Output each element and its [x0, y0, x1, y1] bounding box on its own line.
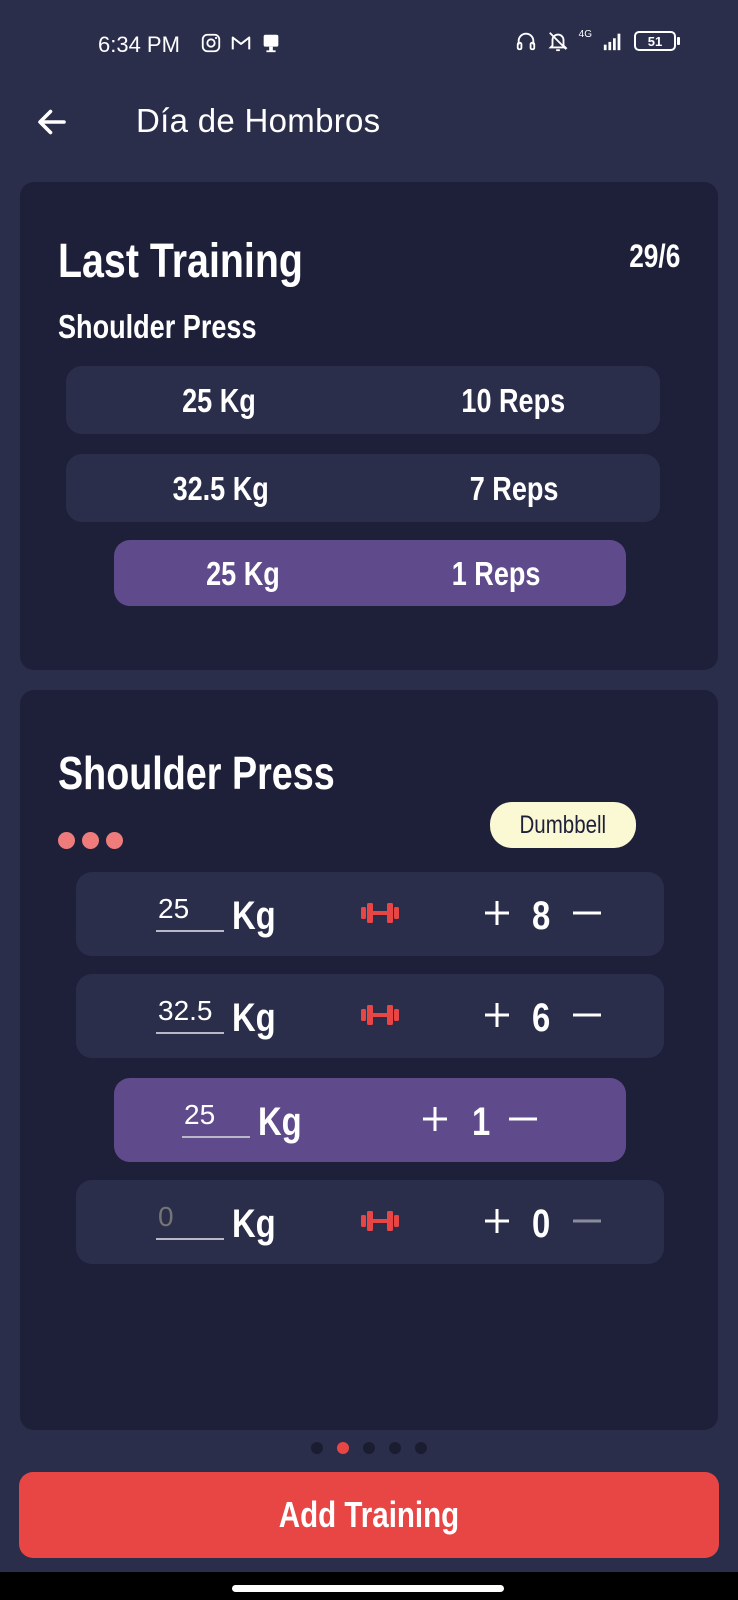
set-input-row: Kg 6 — [76, 974, 664, 1058]
exercise-card: Shoulder Press Dumbbell Kg 8 Kg 6 Kg 1 K… — [20, 690, 718, 1430]
status-time: 6:34 PM — [98, 32, 180, 57]
last-set-weight: 25 Kg — [182, 382, 256, 419]
last-set-row: 25 Kg 10 Reps — [66, 366, 660, 434]
last-set-reps: 1 Reps — [451, 555, 541, 592]
minus-icon[interactable] — [570, 1204, 604, 1238]
equipment-label: Dumbbell — [519, 810, 607, 839]
page-dot-active[interactable] — [337, 1442, 349, 1454]
exercise-title: Shoulder Press — [58, 747, 335, 799]
plus-icon[interactable] — [480, 896, 514, 930]
more-options-icon[interactable] — [58, 832, 123, 849]
unit-label: Kg — [232, 996, 276, 1040]
page-title: Día de Hombros — [136, 102, 381, 139]
signal-icon — [603, 33, 621, 51]
battery-level: 51 — [647, 33, 663, 49]
page-dot[interactable] — [415, 1442, 427, 1454]
status-bar: 6:34 PM 4G 51 — [0, 0, 738, 88]
dumbbell-icon[interactable] — [360, 1208, 400, 1234]
notification-icon — [263, 34, 279, 53]
reps-count: 1 — [472, 1100, 491, 1144]
plus-icon[interactable] — [480, 1204, 514, 1238]
battery-icon: 51 — [634, 31, 680, 51]
minus-icon[interactable] — [506, 1102, 540, 1136]
last-training-title: Last Training — [58, 235, 303, 288]
add-training-button[interactable]: Add Training — [19, 1472, 719, 1558]
reps-count: 6 — [532, 996, 551, 1040]
add-training-label: Add Training — [278, 1494, 460, 1535]
reps-count: 0 — [532, 1202, 551, 1246]
weight-input[interactable] — [156, 892, 224, 932]
minus-icon[interactable] — [570, 998, 604, 1032]
page-dot[interactable] — [363, 1442, 375, 1454]
equipment-badge: Dumbbell — [490, 802, 636, 848]
last-set-row: 32.5 Kg 7 Reps — [66, 454, 660, 522]
arrow-left-icon — [38, 109, 66, 135]
mute-bell-icon — [548, 32, 568, 52]
plus-icon[interactable] — [480, 998, 514, 1032]
back-button[interactable] — [30, 100, 74, 144]
last-training-date: 29/6 — [628, 238, 680, 274]
set-input-row-highlighted: Kg 1 — [114, 1078, 626, 1162]
page-dot[interactable] — [311, 1442, 323, 1454]
unit-label: Kg — [232, 1202, 276, 1246]
headset-icon — [516, 32, 535, 51]
last-set-weight: 32.5 Kg — [172, 470, 269, 507]
gmail-icon — [231, 36, 251, 50]
page-dot[interactable] — [389, 1442, 401, 1454]
unit-label: Kg — [258, 1100, 302, 1144]
last-training-card: Last Training 29/6 Shoulder Press 25 Kg … — [20, 182, 718, 670]
home-indicator[interactable] — [232, 1585, 504, 1592]
reps-count: 8 — [532, 894, 551, 938]
set-input-row: Kg 0 — [76, 1180, 664, 1264]
app-bar: Día de Hombros — [0, 88, 738, 180]
weight-input[interactable] — [156, 994, 224, 1034]
dumbbell-icon[interactable] — [360, 900, 400, 926]
minus-icon[interactable] — [570, 896, 604, 930]
page-indicator — [0, 1442, 738, 1454]
instagram-icon — [201, 33, 221, 53]
dumbbell-icon[interactable] — [360, 1002, 400, 1028]
network-type: 4G — [578, 29, 592, 40]
last-set-weight: 25 Kg — [206, 555, 280, 592]
unit-label: Kg — [232, 894, 276, 938]
last-set-row-highlighted: 25 Kg 1 Reps — [114, 540, 626, 606]
last-set-reps: 10 Reps — [461, 382, 566, 419]
last-training-exercise: Shoulder Press — [58, 308, 257, 345]
weight-input[interactable] — [156, 1200, 224, 1240]
weight-input[interactable] — [182, 1098, 250, 1138]
last-set-reps: 7 Reps — [469, 470, 559, 507]
plus-icon[interactable] — [418, 1102, 452, 1136]
set-input-row: Kg 8 — [76, 872, 664, 956]
